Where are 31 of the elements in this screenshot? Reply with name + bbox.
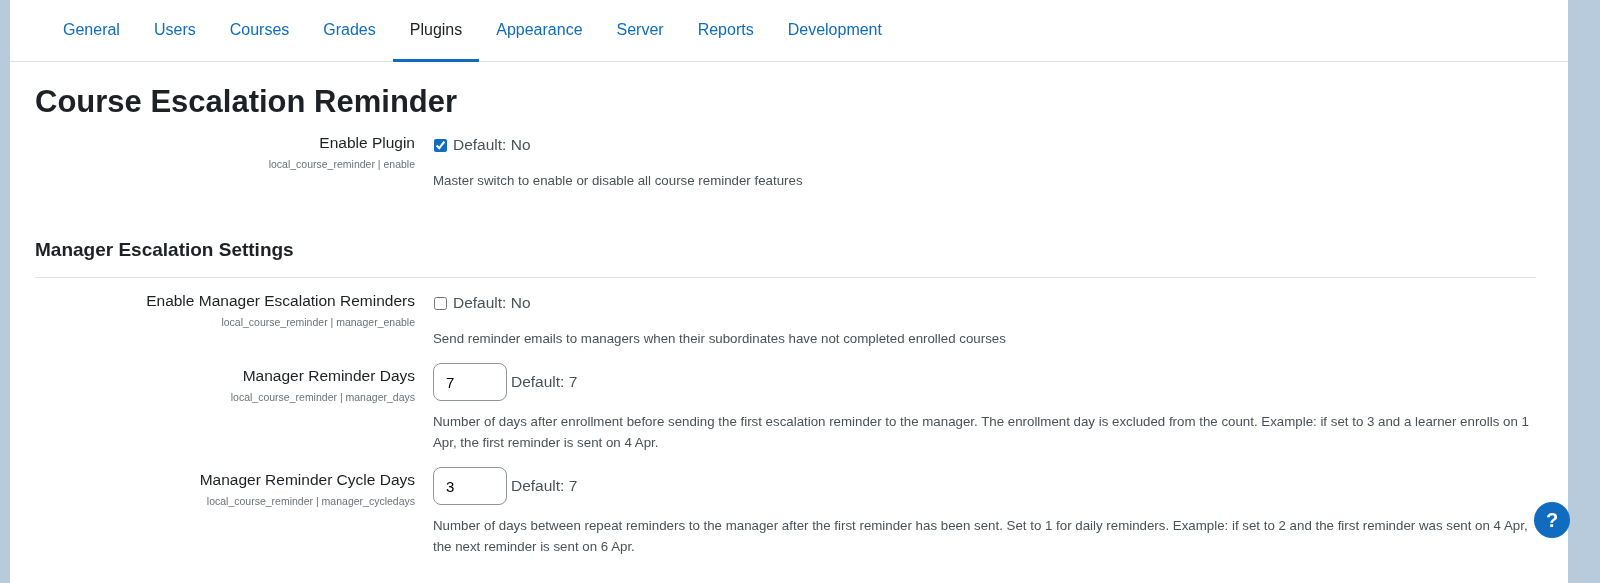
default-value: Default: 7 (511, 373, 578, 391)
setting-label: Manager Reminder Days (242, 367, 415, 385)
input-field[interactable]: 3 (433, 467, 507, 505)
setting-description: Master switch to enable or disable all course reminder features (433, 172, 804, 190)
setting-key: local_course_reminder | manager_days (230, 391, 415, 403)
nav-tab[interactable]: Appearance (479, 0, 600, 62)
nav-tab[interactable]: Grades (306, 0, 393, 62)
nav-tab[interactable]: Plugins (392, 0, 480, 62)
page-title: Course Escalation Reminder (35, 84, 459, 120)
checkbox[interactable] (434, 296, 447, 310)
setting-label: Enable Plugin (319, 134, 415, 152)
setting-description: Number of days after enrollment before sending the first escalation reminder to the manager. The enrollment day is excluded from the count. Example: if set to 3 and a learner enrolls on 1 Apr, the first reminder is sent on 4 Apr. (433, 413, 1530, 452)
setting-key: local_course_reminder | manager_enable (221, 316, 415, 328)
setting-description: Number of days between repeat reminders to the manager after the first reminder has been sent. Set to 1 for daily reminders. Example: if set to 2 and the first reminder was sent on 4 Apr, the next reminder is sent on 6 Apr. (433, 517, 1529, 556)
default-value: Default: No (453, 136, 531, 154)
nav-tab[interactable]: General (46, 0, 137, 62)
nav-tab[interactable]: Courses (212, 0, 307, 62)
setting-label: Enable Manager Escalation Reminders (146, 292, 415, 310)
setting-description: Send reminder emails to managers when their subordinates have not completed enrolled courses (433, 330, 1007, 348)
nav-tab[interactable]: Development (770, 0, 899, 62)
nav-tab[interactable]: Reports (680, 0, 771, 62)
setting-key: local_course_reminder | manager_cycledays (206, 495, 415, 507)
checkbox[interactable] (434, 138, 447, 152)
input-field[interactable]: 7 (433, 363, 507, 401)
setting-label: Manager Reminder Cycle Days (199, 471, 415, 489)
section-heading: Manager Escalation Settings (35, 239, 295, 261)
setting-key: local_course_reminder | enable (268, 158, 415, 170)
default-value: Default: No (453, 294, 531, 312)
nav-tab[interactable]: Users (136, 0, 213, 62)
nav-tab[interactable]: Server (599, 0, 681, 62)
default-value: Default: 7 (511, 477, 578, 495)
